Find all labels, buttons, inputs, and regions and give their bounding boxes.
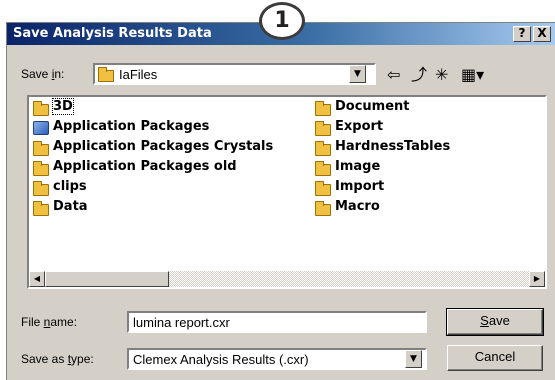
scroll-right-button[interactable]: ▶ xyxy=(529,271,545,287)
back-icon[interactable]: ⇦ xyxy=(387,65,400,85)
folder-icon xyxy=(315,101,331,116)
save-as-type-label: Save as type: xyxy=(21,352,94,366)
save-button[interactable]: Save xyxy=(446,308,544,336)
new-folder-icon[interactable]: ✳ xyxy=(435,65,448,85)
list-item-label: Image xyxy=(335,159,381,174)
file-name-label: File name: xyxy=(21,315,78,329)
folder-icon xyxy=(33,141,49,156)
folder-icon xyxy=(33,161,49,176)
horizontal-scrollbar[interactable]: ◀ ▶ xyxy=(29,271,545,287)
window-title: Save Analysis Results Data xyxy=(13,26,212,41)
list-item-label: Data xyxy=(53,199,88,214)
package-icon xyxy=(33,121,49,135)
save-as-type-dropdown-button[interactable]: ▼ xyxy=(405,350,422,368)
folder-icon xyxy=(315,181,331,196)
list-item-label: Application Packages old xyxy=(53,159,237,174)
folder-icon xyxy=(98,67,114,82)
folder-icon xyxy=(315,161,331,176)
save-dialog: Save Analysis Results Data ? X Save in: … xyxy=(6,22,555,380)
callout-number-badge: 1 xyxy=(259,2,305,40)
view-menu-icon[interactable]: ▦▾ xyxy=(461,65,484,85)
save-in-dropdown[interactable]: IaFiles xyxy=(93,63,376,85)
folder-icon xyxy=(33,101,49,116)
scrollbar-thumb[interactable] xyxy=(45,271,169,287)
save-in-value: IaFiles xyxy=(119,67,158,82)
save-in-dropdown-button[interactable]: ▼ xyxy=(349,65,366,83)
folder-icon xyxy=(315,201,331,216)
file-list[interactable]: 3D Application Packages Application Pack… xyxy=(27,95,547,289)
list-item-label: Application Packages xyxy=(53,119,210,134)
list-item-label: Application Packages Crystals xyxy=(53,139,274,154)
up-folder-icon[interactable]: ⤴ xyxy=(411,65,427,85)
list-item-label: Import xyxy=(335,179,385,194)
list-item-label: clips xyxy=(53,179,87,194)
cancel-button[interactable]: Cancel xyxy=(447,345,543,371)
list-item-label: Document xyxy=(335,99,410,114)
list-item-label: Export xyxy=(335,119,384,134)
list-item-label: 3D xyxy=(52,98,74,115)
save-as-type-dropdown[interactable]: Clemex Analysis Results (.cxr) xyxy=(127,348,427,370)
scroll-left-button[interactable]: ◀ xyxy=(29,271,45,287)
help-button[interactable]: ? xyxy=(513,26,531,42)
folder-icon xyxy=(33,181,49,196)
close-button[interactable]: X xyxy=(533,26,551,42)
list-item-label: Macro xyxy=(335,199,380,214)
folder-icon xyxy=(315,141,331,156)
list-item-label: HardnessTables xyxy=(335,139,451,154)
folder-icon xyxy=(315,121,331,136)
save-in-label: Save in: xyxy=(21,67,65,81)
file-name-input[interactable]: lumina report.cxr xyxy=(127,311,427,333)
folder-icon xyxy=(33,201,49,216)
